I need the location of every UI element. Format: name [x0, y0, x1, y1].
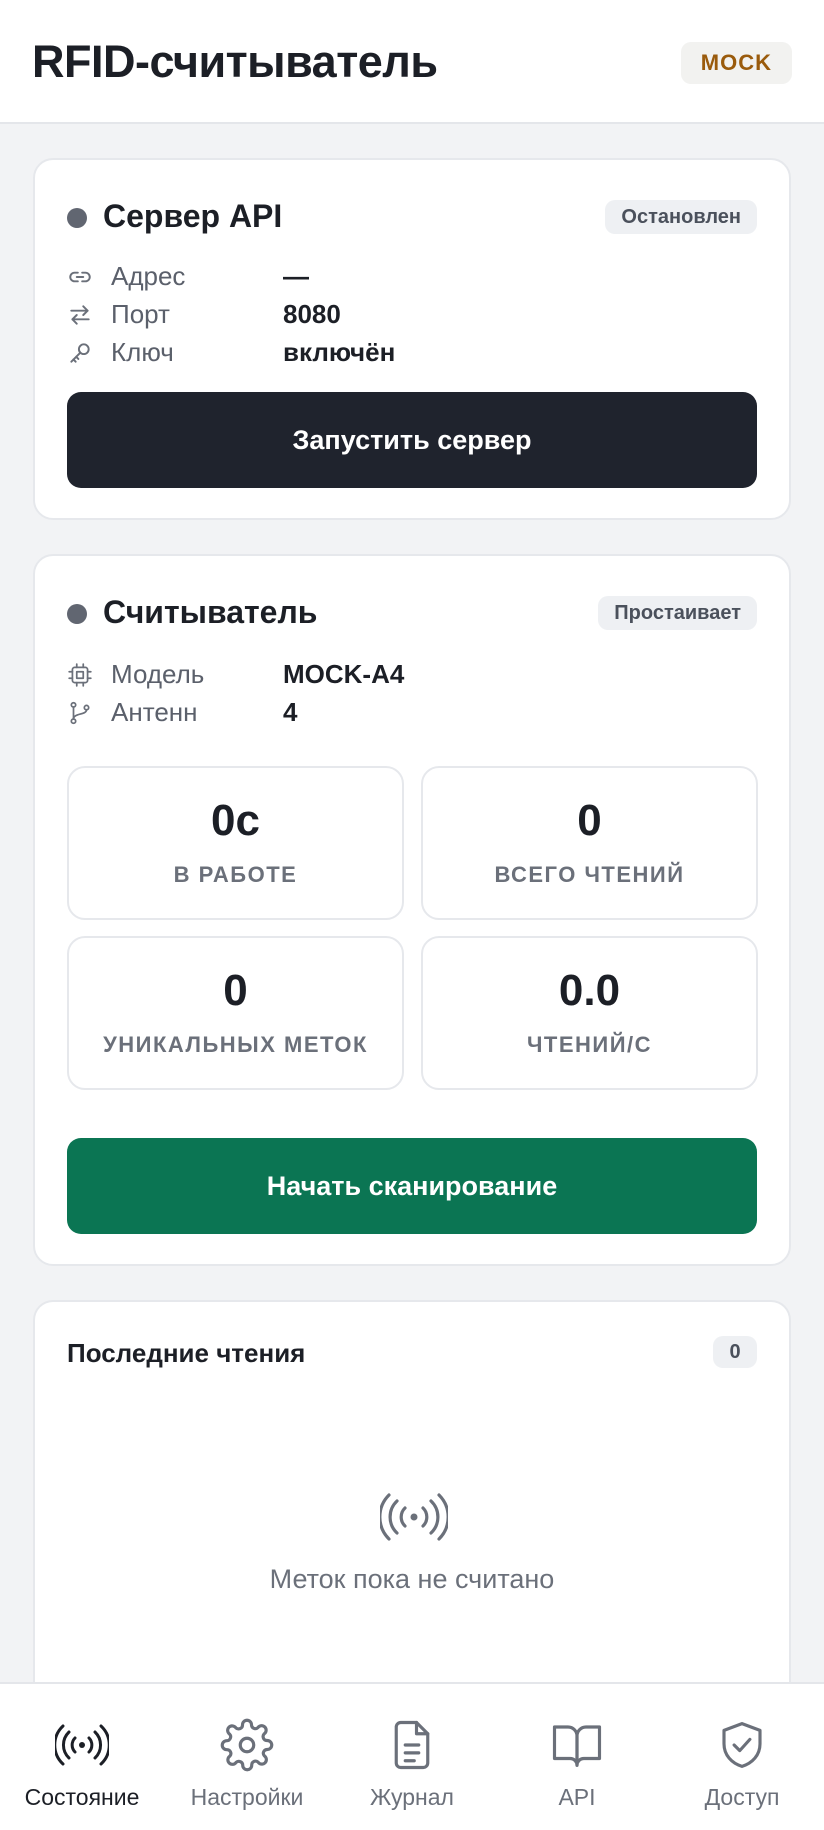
recent-reads-card: Последние чтения 0 Меток пока не считано [33, 1300, 791, 1720]
reader-antennas-label: Антенн [111, 697, 198, 727]
nav-label-settings: Настройки [190, 1784, 304, 1810]
stat-unique-tags: 0 УНИКАЛЬНЫХ МЕТОК [67, 936, 404, 1090]
reader-antennas-value: 4 [283, 697, 298, 727]
stat-unique-tags-label: УНИКАЛЬНЫХ МЕТОК [103, 1032, 368, 1057]
nav-item-status[interactable]: Состояние [0, 1684, 164, 1830]
server-key-label: Ключ [111, 337, 174, 367]
document-icon [385, 1718, 439, 1772]
reader-model-value: MOCK-A4 [283, 659, 405, 689]
reader-antennas-row: Антенн 4 [67, 694, 757, 730]
stat-total-reads: 0 ВСЕГО ЧТЕНИЙ [421, 766, 758, 920]
shield-check-icon [715, 1718, 769, 1772]
server-port-row: Порт 8080 [67, 296, 757, 332]
nav-label-api: API [558, 1784, 596, 1810]
server-key-row: Ключ включён [67, 334, 757, 370]
stat-uptime-label: В РАБОТЕ [173, 862, 298, 887]
reader-card-header: Считыватель Простаивает [67, 592, 757, 632]
nav-label-log: Журнал [370, 1784, 454, 1810]
stat-unique-tags-value: 0 [223, 966, 248, 1015]
server-port-label: Порт [111, 299, 170, 329]
stat-total-reads-value: 0 [577, 796, 602, 845]
branch-icon [67, 700, 93, 726]
reader-status-dot [67, 604, 87, 624]
reader-card-title: Считыватель [103, 594, 318, 630]
reader-card: Считыватель Простаивает Модель MOCK-A4 А… [33, 554, 791, 1266]
stat-reads-per-second-label: ЧТЕНИЙ/С [526, 1032, 653, 1057]
book-icon [550, 1718, 604, 1772]
page-title: RFID-считыватель [32, 36, 438, 87]
server-card-title: Сервер API [103, 198, 283, 234]
start-server-button[interactable]: Запустить сервер [67, 392, 757, 488]
start-scan-button[interactable]: Начать сканирование [67, 1138, 757, 1234]
reader-model-label: Модель [111, 659, 205, 689]
stat-total-reads-label: ВСЕГО ЧТЕНИЙ [494, 862, 685, 887]
app-header: RFID-считыватель MOCK [0, 0, 824, 124]
reader-model-row: Модель MOCK-A4 [67, 656, 757, 692]
empty-state-text: Меток пока не считано [269, 1564, 555, 1594]
nav-item-api[interactable]: API [495, 1684, 659, 1830]
nav-item-settings[interactable]: Настройки [165, 1684, 329, 1830]
recent-reads-count-badge: 0 [713, 1336, 757, 1368]
stat-reads-per-second-value: 0.0 [558, 966, 621, 1015]
stat-uptime: 0с В РАБОТЕ [67, 766, 404, 920]
server-status-badge: Остановлен [605, 200, 757, 234]
stat-reads-per-second: 0.0 ЧТЕНИЙ/С [421, 936, 758, 1090]
broadcast-icon [53, 1718, 111, 1772]
server-address-value: — [283, 261, 309, 291]
chip-icon [67, 662, 93, 688]
nav-label-status: Состояние [24, 1784, 140, 1810]
arrows-swap-icon [67, 302, 93, 328]
mock-mode-badge: MOCK [680, 42, 792, 84]
bottom-nav: Состояние Настройки Журнал API Доступ [0, 1682, 824, 1830]
server-card-header: Сервер API Остановлен [67, 196, 757, 236]
server-address-row: Адрес — [67, 258, 757, 294]
link-icon [67, 264, 93, 290]
nav-label-access: Доступ [704, 1784, 780, 1810]
key-icon [67, 340, 93, 366]
gear-icon [220, 1718, 274, 1772]
nav-item-access[interactable]: Доступ [660, 1684, 824, 1830]
server-status-dot [67, 208, 87, 228]
stat-uptime-value: 0с [211, 796, 260, 845]
server-address-label: Адрес [111, 261, 186, 291]
broadcast-icon [378, 1492, 450, 1542]
reader-status-badge: Простаивает [598, 596, 757, 630]
nav-item-log[interactable]: Журнал [330, 1684, 494, 1830]
server-card: Сервер API Остановлен Адрес — Порт 8080 [33, 158, 791, 520]
server-port-value: 8080 [283, 299, 341, 329]
server-key-value: включён [283, 337, 396, 367]
recent-reads-title: Последние чтения [67, 1338, 306, 1368]
